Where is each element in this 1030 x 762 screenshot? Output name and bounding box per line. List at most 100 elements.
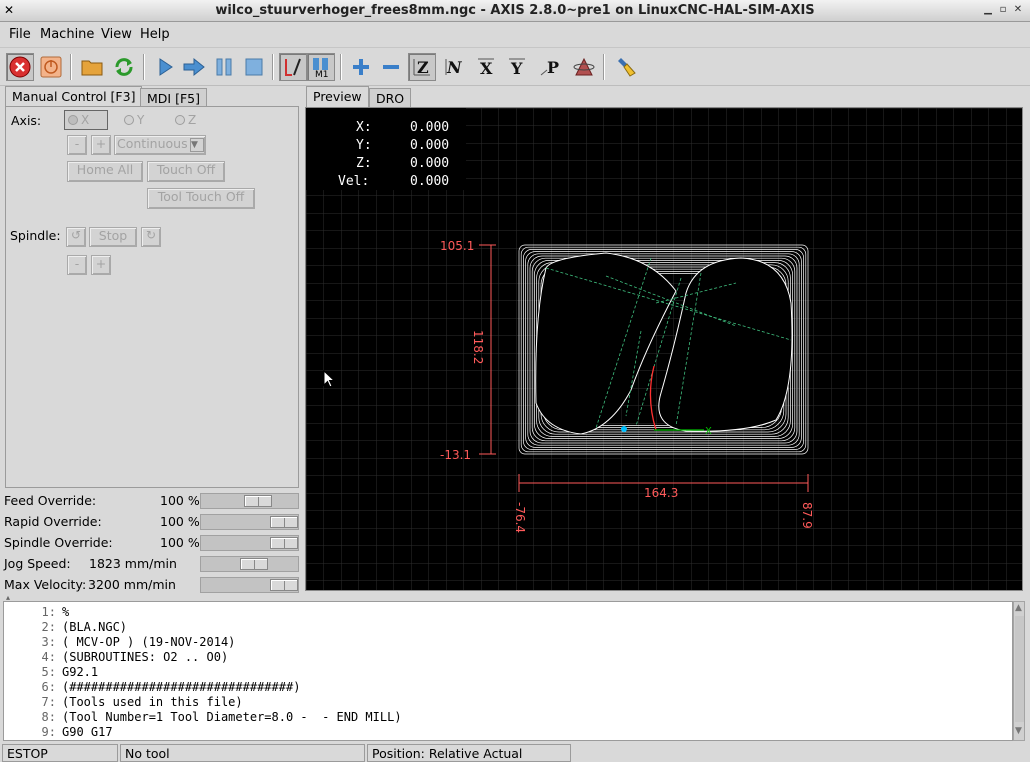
view-x-button[interactable]: X (472, 53, 500, 81)
optional-stop-button[interactable]: M1 (307, 53, 335, 81)
gcode-line[interactable]: (Tool Number=1 Tool Diameter=8.0 - - END… (62, 710, 402, 724)
gcode-line[interactable]: (SUBROUTINES: O2 .. O0) (62, 650, 228, 664)
gcode-line[interactable]: G92.1 (62, 665, 98, 679)
slider-thumb[interactable] (270, 537, 298, 549)
spindle-minus-button[interactable]: - (67, 255, 87, 275)
spindle-ccw-button[interactable]: ↺ (66, 227, 86, 247)
gcode-line-number: 3: (41, 635, 56, 649)
view-z-button[interactable]: Z (408, 53, 436, 81)
dro-x-value: 0.000 (410, 120, 450, 135)
stop-icon (245, 58, 263, 76)
zoom-out-button[interactable] (377, 53, 405, 81)
block-delete-icon (285, 58, 301, 76)
zoom-in-button[interactable] (347, 53, 375, 81)
view-x-icon: X (478, 58, 494, 78)
axis-z-radio[interactable]: Z (175, 113, 196, 127)
tool-status: No tool (120, 744, 365, 762)
clear-live-plot-button[interactable] (612, 53, 640, 81)
preview-canvas[interactable]: X 105.1 -13.1 118.2 164.3 -76.4 87.9 X: … (305, 107, 1023, 591)
tab-mdi[interactable]: MDI [F5] (140, 88, 207, 108)
jog-increment-select[interactable]: Continuous ▼ (114, 135, 206, 155)
gcode-line[interactable]: (Tools used in this file) (62, 695, 243, 709)
y-max-label: 105.1 (440, 239, 474, 253)
gcode-line[interactable]: % (62, 605, 69, 619)
minimize-icon[interactable]: ▁ (982, 4, 994, 16)
gcode-line[interactable]: (BLA.NGC) (62, 620, 127, 634)
reload-button[interactable] (110, 53, 138, 81)
spindle-label: Spindle: (10, 228, 61, 243)
menu-file[interactable]: File (9, 27, 31, 42)
dro-vel-value: 0.000 (410, 174, 450, 189)
jog-speed-slider[interactable] (200, 556, 299, 572)
position-status: Position: Relative Actual (367, 744, 571, 762)
scroll-down-icon[interactable]: ▼ (1015, 726, 1022, 736)
gcode-line[interactable]: (###############################) (62, 680, 300, 694)
pane-grip-icon[interactable]: ▴ (6, 594, 18, 602)
gcode-line-number: 7: (41, 695, 56, 709)
axis-label: Axis: (11, 113, 42, 128)
slider-thumb[interactable] (270, 579, 298, 591)
slider-thumb[interactable] (240, 558, 268, 570)
scroll-up-icon[interactable]: ▲ (1015, 603, 1022, 613)
tab-dro[interactable]: DRO (369, 88, 412, 108)
spindle-plus-button[interactable]: + (91, 255, 111, 275)
feed-override-value: 100 % (160, 493, 200, 508)
gcode-line-number: 4: (41, 650, 56, 664)
tool-touch-off-button[interactable]: Tool Touch Off (147, 188, 255, 209)
axis-y-radio[interactable]: Y (124, 113, 144, 127)
pause-icon (216, 58, 232, 76)
machine-power-button[interactable] (37, 53, 65, 81)
max-velocity-label: Max Velocity: (4, 577, 87, 592)
x-min-label: -76.4 (513, 502, 527, 533)
reload-icon (115, 58, 133, 76)
view-y-button[interactable]: Y (503, 53, 531, 81)
rapid-override-slider[interactable] (200, 514, 299, 530)
view-p-icon: P (540, 58, 559, 77)
window-title: wilco_stuurverhoger_frees8mm.ngc - AXIS … (215, 3, 815, 18)
run-icon (159, 58, 173, 76)
spindle-stop-button[interactable]: Stop (89, 227, 137, 247)
gcode-line-number: 9: (41, 725, 56, 739)
toolbar-separator (603, 54, 605, 80)
view-z2-button[interactable]: N (440, 53, 468, 81)
pause-button[interactable] (210, 53, 238, 81)
max-velocity-slider[interactable] (200, 577, 299, 593)
tab-manual-control[interactable]: Manual Control [F3] (5, 86, 143, 108)
gcode-line[interactable]: G90 G17 (62, 725, 113, 739)
feed-override-slider[interactable] (200, 493, 299, 509)
toolbar: M1 Z N X Y P (0, 48, 1030, 86)
jog-plus-button[interactable]: + (91, 135, 111, 155)
gcode-scrollbar[interactable]: ▲ ▼ (1013, 601, 1025, 741)
stop-button[interactable] (240, 53, 268, 81)
toolbar-separator (340, 54, 342, 80)
x-axis-letter: X (705, 426, 712, 437)
estop-button[interactable] (6, 53, 34, 81)
slider-thumb[interactable] (270, 516, 298, 528)
block-delete-button[interactable] (279, 53, 307, 81)
gcode-line[interactable]: ( MCV-OP ) (19-NOV-2014) (62, 635, 235, 649)
gcode-line-number: 5: (41, 665, 56, 679)
toolbar-separator (143, 54, 145, 80)
tab-preview[interactable]: Preview (306, 86, 369, 108)
svg-text:M1: M1 (315, 70, 329, 78)
axis-x-radio[interactable]: X (68, 113, 89, 127)
rotate-view-button[interactable] (570, 53, 598, 81)
svg-text:P: P (547, 58, 559, 77)
open-file-button[interactable] (78, 53, 106, 81)
step-button[interactable] (180, 53, 208, 81)
maximize-icon[interactable]: ▫ (997, 4, 1009, 16)
run-button[interactable] (151, 53, 179, 81)
gcode-listing[interactable]: 1: % 2: (BLA.NGC) 3: ( MCV-OP ) (19-NOV-… (3, 601, 1013, 741)
menu-help[interactable]: Help (140, 27, 170, 42)
spindle-cw-button[interactable]: ↻ (141, 227, 161, 247)
slider-thumb[interactable] (244, 495, 272, 507)
close-window-icon[interactable]: ✕ (1012, 4, 1024, 16)
menu-machine[interactable]: Machine (40, 27, 94, 42)
menu-view[interactable]: View (101, 27, 132, 42)
touch-off-button[interactable]: Touch Off (147, 161, 225, 182)
scrollbar-trough[interactable] (1015, 616, 1024, 722)
view-p-button[interactable]: P (537, 53, 565, 81)
home-all-button[interactable]: Home All (67, 161, 143, 182)
spindle-override-slider[interactable] (200, 535, 299, 551)
jog-minus-button[interactable]: - (67, 135, 87, 155)
